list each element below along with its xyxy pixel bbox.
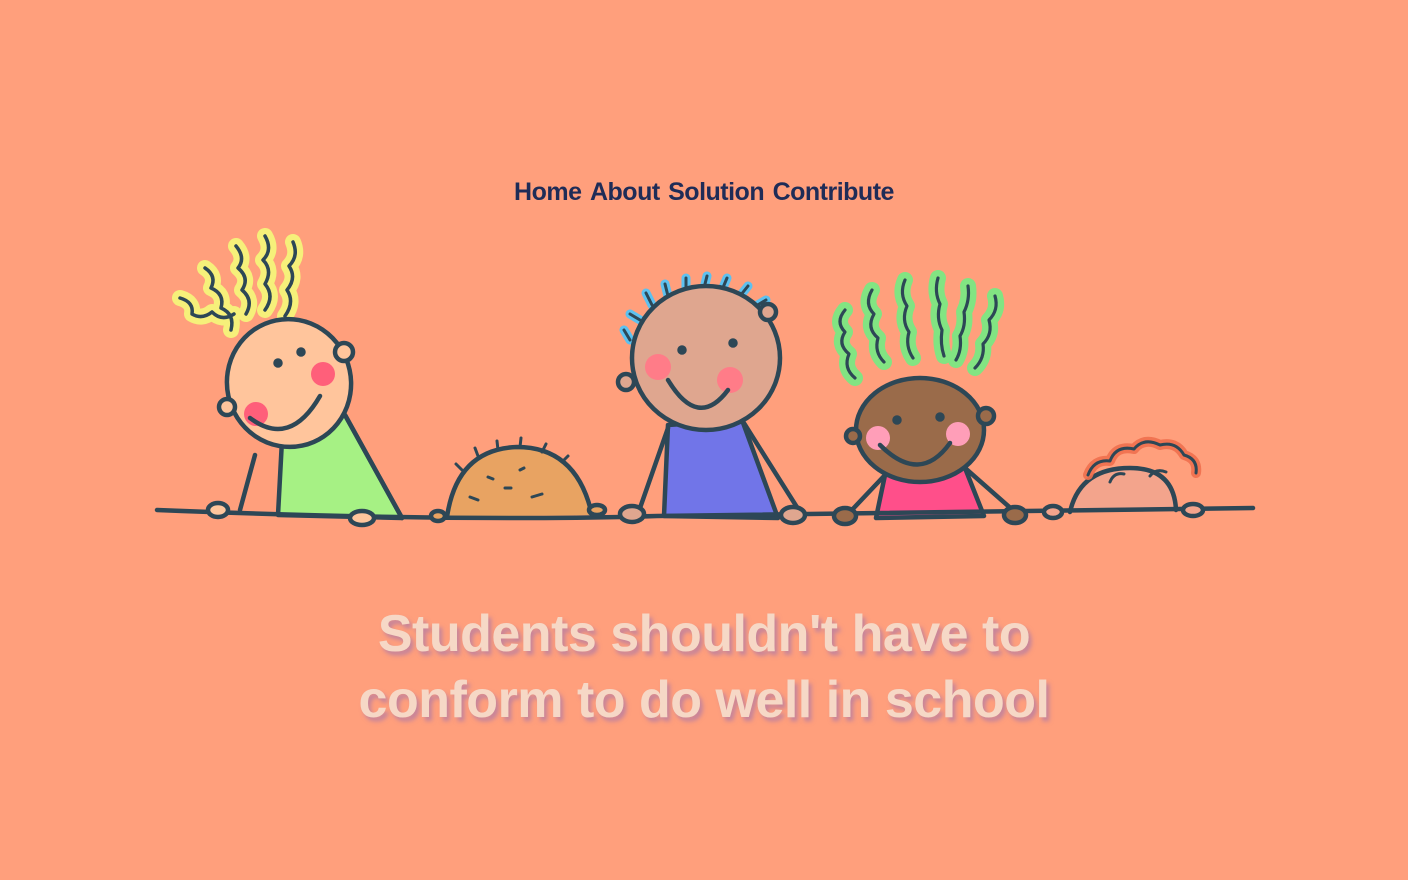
hero-headline-line-2: conform to do well in school xyxy=(358,670,1050,729)
child-green-hair xyxy=(832,270,1018,521)
child-yellow-hair xyxy=(172,228,405,521)
children-peeking-over-wall-illustration xyxy=(154,228,1256,528)
child-red-hair-peeking xyxy=(1067,436,1202,515)
hero-headline: Students shouldn't have to conform to do… xyxy=(0,601,1408,733)
page: Home About Solution Contribute Students … xyxy=(0,0,1408,880)
child-peeking-head xyxy=(444,436,595,520)
child-blue-hair xyxy=(615,271,803,521)
hero-headline-line-1: Students shouldn't have to xyxy=(377,604,1031,663)
